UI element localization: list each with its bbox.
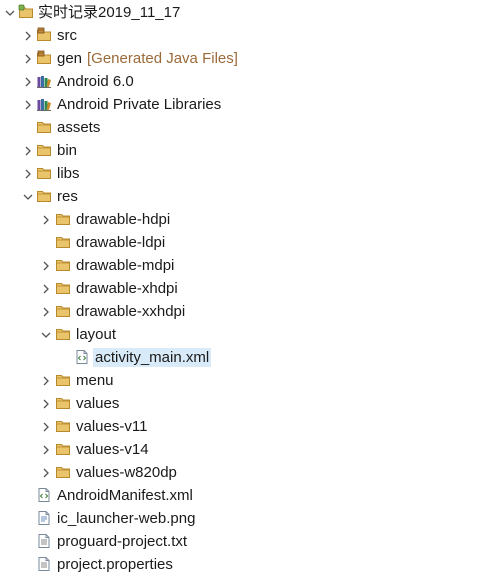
tree-item-2019-11-17[interactable]: 实时记录2019_11_17 [0, 1, 500, 24]
folder-icon [55, 395, 71, 411]
folder-icon [55, 441, 71, 457]
tree-item-bin[interactable]: bin [0, 139, 500, 162]
chevron-right-icon[interactable] [40, 467, 52, 479]
tree-item-drawable-ldpi[interactable]: drawable-ldpi [0, 231, 500, 254]
tree-item-label: drawable-ldpi [76, 234, 166, 251]
tree-item-res[interactable]: res [0, 185, 500, 208]
tree-item-label: Android 6.0 [57, 73, 134, 90]
tree-item-label: values-v11 [76, 418, 148, 435]
tree-item-drawable-hdpi[interactable]: drawable-hdpi [0, 208, 500, 231]
chevron-right-icon[interactable] [40, 260, 52, 272]
folder-icon [55, 303, 71, 319]
tree-item-label: libs [57, 165, 80, 182]
folder-icon [36, 119, 52, 135]
chevron-right-icon[interactable] [40, 398, 52, 410]
chevron-right-icon[interactable] [40, 444, 52, 456]
chevron-right-icon[interactable] [22, 99, 34, 111]
tree-item-values-w820dp[interactable]: values-w820dp [0, 461, 500, 484]
tree-item-values-v11[interactable]: values-v11 [0, 415, 500, 438]
tree-item-label: bin [57, 142, 78, 159]
tree-item-values-v14[interactable]: values-v14 [0, 438, 500, 461]
tree-item-label: gen [57, 50, 83, 67]
tree-item-label: values-w820dp [76, 464, 177, 481]
tree-item-project-properties[interactable]: project.properties [0, 553, 500, 576]
folder-icon [55, 280, 71, 296]
folder-icon [55, 211, 71, 227]
folder-icon [55, 372, 71, 388]
tree-item-label: drawable-mdpi [76, 257, 175, 274]
tree-item-label: res [57, 188, 78, 205]
tree-item-gen[interactable]: gen [Generated Java Files] [0, 47, 500, 70]
tree-item-drawable-xhdpi[interactable]: drawable-xhdpi [0, 277, 500, 300]
tree-item-label: proguard-project.txt [57, 533, 188, 550]
tree-item-label: drawable-xhdpi [76, 280, 178, 297]
package-folder-icon [36, 27, 52, 43]
tree-item-libs[interactable]: libs [0, 162, 500, 185]
tree-item-drawable-mdpi[interactable]: drawable-mdpi [0, 254, 500, 277]
folder-icon [36, 142, 52, 158]
folder-icon [55, 257, 71, 273]
tree-item-label: values [76, 395, 120, 412]
chevron-right-icon[interactable] [22, 30, 34, 42]
tree-item-label: ic_launcher-web.png [57, 510, 196, 527]
package-folder-icon [36, 50, 52, 66]
chevron-right-icon[interactable] [22, 53, 34, 65]
tree-item-label: assets [57, 119, 101, 136]
chevron-right-icon[interactable] [40, 306, 52, 318]
tree-item-label: 实时记录2019_11_17 [38, 4, 181, 21]
tree-item-label: drawable-hdpi [76, 211, 171, 228]
tree-item-label: activity_main.xml [93, 348, 212, 367]
tree-item-label: Android Private Libraries [57, 96, 222, 113]
chevron-right-icon[interactable] [40, 283, 52, 295]
tree-item-label: layout [76, 326, 117, 343]
chevron-right-icon[interactable] [40, 421, 52, 433]
chevron-right-icon[interactable] [22, 76, 34, 88]
chevron-right-icon[interactable] [40, 214, 52, 226]
xml-file-icon [74, 349, 90, 365]
tree-item-label: menu [76, 372, 114, 389]
tree-item-label: values-v14 [76, 441, 149, 458]
text-file-icon [36, 533, 52, 549]
tree-item-activity-main-xml[interactable]: activity_main.xml [0, 346, 500, 369]
tree-item-assets[interactable]: assets [0, 116, 500, 139]
folder-icon [55, 234, 71, 250]
library-icon [36, 73, 52, 89]
tree-item-ic-launcher-web-png[interactable]: ic_launcher-web.png [0, 507, 500, 530]
folder-icon [55, 418, 71, 434]
tree-item-values[interactable]: values [0, 392, 500, 415]
chevron-right-icon[interactable] [22, 168, 34, 180]
tree-item-layout[interactable]: layout [0, 323, 500, 346]
tree-item-label: drawable-xxhdpi [76, 303, 186, 320]
image-file-icon [36, 510, 52, 526]
tree-item-androidmanifest-xml[interactable]: AndroidManifest.xml [0, 484, 500, 507]
tree-item-label: src [57, 27, 77, 44]
chevron-right-icon[interactable] [40, 375, 52, 387]
tree-item-drawable-xxhdpi[interactable]: drawable-xxhdpi [0, 300, 500, 323]
project-explorer-tree: 实时记录2019_11_17src gen [Generated Java File… [0, 0, 500, 580]
folder-icon [55, 326, 71, 342]
tree-item-android-6-0[interactable]: Android 6.0 [0, 70, 500, 93]
tree-item-android-private-libraries[interactable]: Android Private Libraries [0, 93, 500, 116]
tree-item-label: AndroidManifest.xml [57, 487, 193, 504]
tree-item-menu[interactable]: menu [0, 369, 500, 392]
tree-item-label: project.properties [57, 556, 173, 573]
chevron-right-icon[interactable] [22, 145, 34, 157]
chevron-down-icon[interactable] [22, 191, 34, 203]
chevron-down-icon[interactable] [4, 7, 16, 19]
tree-item-src[interactable]: src [0, 24, 500, 47]
folder-icon [36, 165, 52, 181]
folder-icon [55, 464, 71, 480]
library-icon [36, 96, 52, 112]
chevron-down-icon[interactable] [40, 329, 52, 341]
folder-icon [36, 188, 52, 204]
text-file-icon [36, 556, 52, 572]
tree-item-proguard-project-txt[interactable]: proguard-project.txt [0, 530, 500, 553]
xml-file-icon [36, 487, 52, 503]
project-icon [18, 4, 34, 20]
tree-item-decoration: [Generated Java Files] [87, 50, 238, 67]
